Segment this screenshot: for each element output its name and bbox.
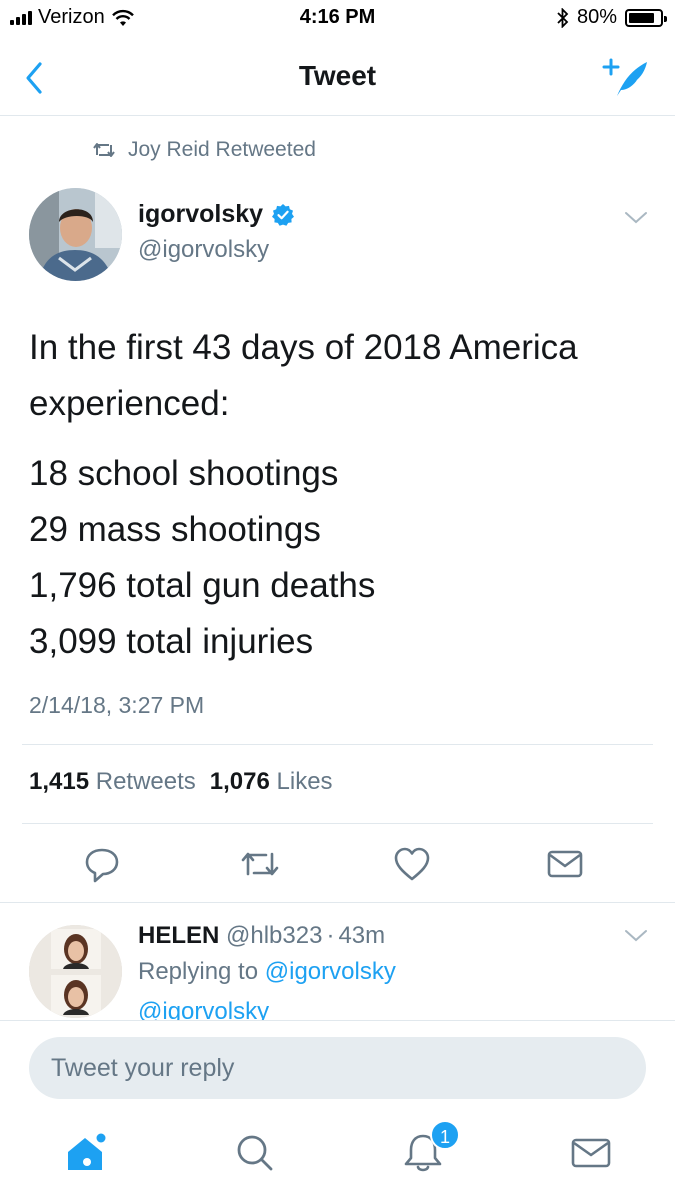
like-button[interactable] (390, 842, 434, 886)
tab-messages[interactable] (566, 1128, 616, 1178)
tab-home[interactable] (62, 1128, 112, 1178)
reply-icon (85, 848, 119, 883)
like-count: 1,076 (209, 768, 270, 795)
reply-author-photo (29, 925, 122, 1018)
reply-age: 43m (338, 922, 386, 949)
envelope-icon (571, 1138, 611, 1168)
tweet-text-intro: In the first 43 days of 2018 America exp… (29, 328, 578, 423)
chevron-down-icon (625, 212, 647, 224)
tab-search[interactable] (230, 1128, 280, 1178)
author-photo (29, 188, 122, 281)
tweet-options-button[interactable] (623, 208, 649, 228)
author-name[interactable]: igorvolsky (138, 200, 295, 229)
tweet-stats: 1,415 Retweets 1,076 Likes (29, 768, 333, 796)
reply-button[interactable] (80, 842, 124, 886)
heart-icon (394, 847, 430, 881)
divider (22, 823, 653, 824)
retweet-count: 1,415 (29, 768, 90, 795)
retweet-label: Retweets (95, 768, 196, 795)
status-right: 80% (557, 6, 667, 29)
reply-options-button[interactable] (623, 926, 649, 946)
retweet-button[interactable] (238, 842, 282, 886)
reply-separator: · (326, 922, 335, 949)
divider (22, 744, 653, 745)
tweet-timestamp: 2/14/18, 3:27 PM (29, 692, 205, 718)
divider (0, 902, 675, 903)
reply-body-preview[interactable]: @igorvolsky (138, 998, 269, 1022)
page-title: Tweet (298, 60, 377, 91)
tweet-action-bar (0, 838, 675, 888)
reply-author-name: HELEN (138, 922, 220, 949)
home-icon (68, 1133, 106, 1170)
bluetooth-icon (557, 7, 569, 28)
compose-feather-icon (602, 58, 647, 96)
replying-to-line: Replying to @igorvolsky (138, 958, 396, 986)
retweets-stat[interactable]: 1,415 Retweets (29, 768, 196, 796)
tweet-line: 29 mass shootings (29, 510, 321, 549)
tab-bar (0, 1110, 675, 1200)
reply-header[interactable]: HELEN @hlb323 · 43m (138, 922, 385, 950)
replying-to-prefix: Replying to (138, 958, 259, 985)
direct-message-button[interactable] (543, 842, 587, 886)
battery-percent: 80% (576, 6, 617, 28)
tweet-line: 3,099 total injuries (29, 622, 314, 661)
battery-icon (625, 8, 667, 27)
replying-to-mention[interactable]: @igorvolsky (265, 958, 396, 985)
navigation-header: Tweet (0, 40, 675, 116)
tweet-line: 1,796 total gun deaths (29, 566, 376, 605)
retweet-icon (241, 852, 279, 876)
verified-badge-icon (272, 203, 295, 226)
retweeted-by-label: Joy Reid Retweeted (128, 138, 316, 161)
author-handle[interactable]: @igorvolsky (138, 236, 269, 264)
notifications-badge: 1 (430, 1120, 460, 1150)
tweet-text-lines: 18 school shootings 29 mass shootings 1,… (29, 446, 649, 670)
retweet-icon (93, 143, 115, 157)
like-label: Likes (276, 768, 333, 795)
author-display-name: igorvolsky (138, 200, 264, 228)
status-bar: Verizon 4:16 PM 80% (0, 0, 675, 40)
search-icon (237, 1135, 273, 1171)
envelope-icon (547, 850, 583, 878)
reply-author-avatar[interactable] (29, 925, 122, 1018)
reply-composer-bar (0, 1020, 675, 1110)
tweet-line: 18 school shootings (29, 454, 339, 493)
likes-stat[interactable]: 1,076 Likes (210, 768, 333, 796)
chevron-down-icon (625, 930, 647, 942)
reply-input[interactable] (29, 1037, 646, 1099)
author-avatar[interactable] (29, 188, 122, 281)
compose-tweet-button[interactable] (601, 56, 651, 100)
reply-author-handle: @hlb323 (226, 922, 323, 949)
retweet-context[interactable]: Joy Reid Retweeted (92, 138, 316, 162)
